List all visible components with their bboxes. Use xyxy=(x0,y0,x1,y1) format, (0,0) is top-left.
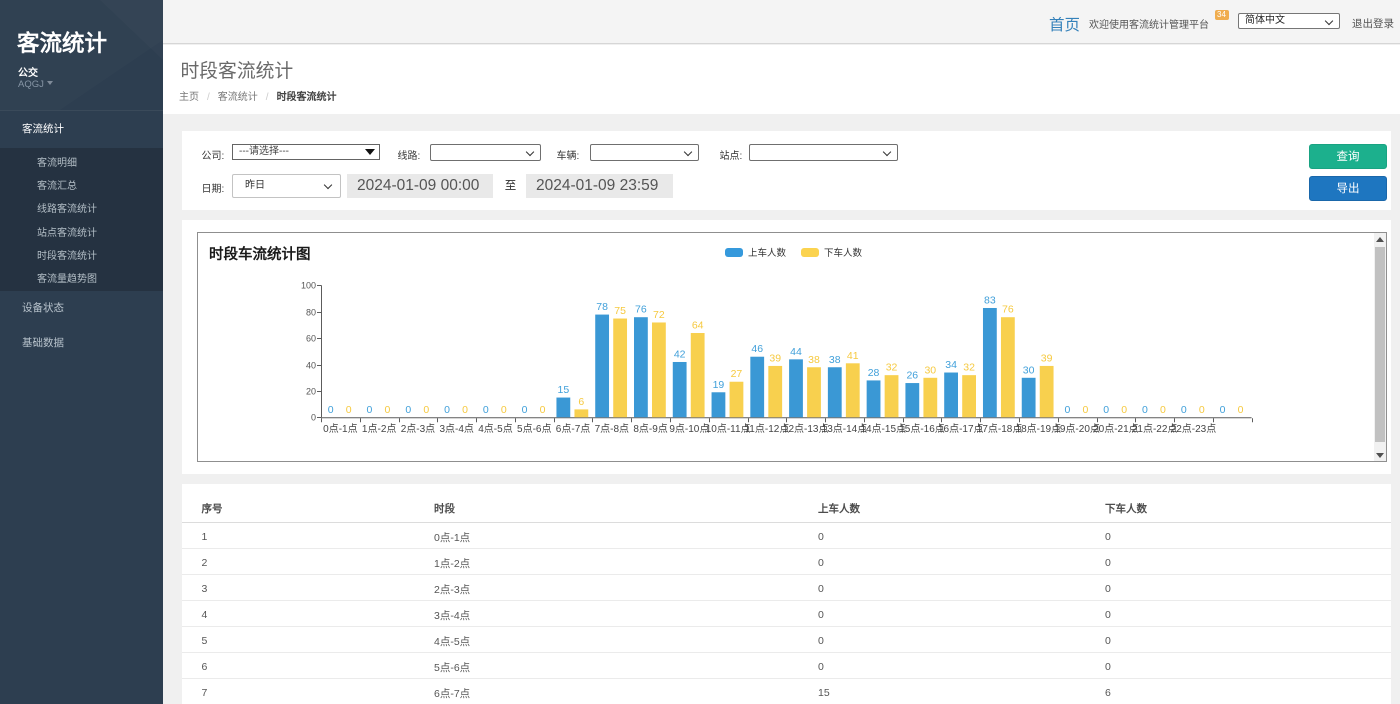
svg-text:40: 40 xyxy=(306,361,316,371)
svg-text:39: 39 xyxy=(1041,352,1053,364)
svg-text:0: 0 xyxy=(385,404,391,416)
svg-text:20: 20 xyxy=(306,387,316,397)
svg-text:26: 26 xyxy=(906,370,918,382)
svg-text:15: 15 xyxy=(558,384,570,396)
svg-text:64: 64 xyxy=(692,320,704,332)
svg-text:38: 38 xyxy=(829,354,841,366)
svg-text:76: 76 xyxy=(635,304,647,316)
svg-text:28: 28 xyxy=(868,367,880,379)
svg-text:19: 19 xyxy=(713,379,725,391)
svg-text:41: 41 xyxy=(847,350,859,362)
svg-text:0: 0 xyxy=(522,404,528,416)
svg-text:60: 60 xyxy=(306,334,316,344)
svg-text:0: 0 xyxy=(346,404,352,416)
svg-text:32: 32 xyxy=(963,362,975,374)
svg-text:46: 46 xyxy=(751,343,763,355)
svg-text:0: 0 xyxy=(405,404,411,416)
svg-text:80: 80 xyxy=(306,308,316,318)
svg-text:0: 0 xyxy=(483,404,489,416)
svg-text:0: 0 xyxy=(311,413,316,423)
svg-text:9点-10点: 9点-10点 xyxy=(669,423,709,435)
svg-text:22点-23点: 22点-23点 xyxy=(1171,423,1217,435)
svg-text:0: 0 xyxy=(1199,404,1205,416)
svg-text:42: 42 xyxy=(674,348,686,360)
svg-text:0: 0 xyxy=(1083,404,1089,416)
svg-text:72: 72 xyxy=(653,309,665,321)
svg-text:30: 30 xyxy=(924,364,936,376)
svg-text:0: 0 xyxy=(1142,404,1148,416)
svg-text:76: 76 xyxy=(1002,304,1014,316)
svg-text:1点-2点: 1点-2点 xyxy=(362,423,396,435)
svg-text:78: 78 xyxy=(596,301,608,313)
svg-text:7点-8点: 7点-8点 xyxy=(595,423,629,435)
svg-text:0: 0 xyxy=(1103,404,1109,416)
svg-text:5点-6点: 5点-6点 xyxy=(517,423,551,435)
svg-text:44: 44 xyxy=(790,346,802,358)
svg-text:0: 0 xyxy=(367,404,373,416)
svg-text:0: 0 xyxy=(328,404,334,416)
svg-text:0: 0 xyxy=(1121,404,1127,416)
svg-text:30: 30 xyxy=(1023,364,1035,376)
svg-text:4点-5点: 4点-5点 xyxy=(478,423,512,435)
svg-text:0: 0 xyxy=(423,404,429,416)
svg-text:6: 6 xyxy=(578,396,584,408)
svg-text:0: 0 xyxy=(1160,404,1166,416)
svg-text:0点-1点: 0点-1点 xyxy=(323,423,357,435)
svg-text:83: 83 xyxy=(984,294,996,306)
svg-text:100: 100 xyxy=(301,281,316,291)
svg-text:2点-3点: 2点-3点 xyxy=(401,423,435,435)
svg-text:3点-4点: 3点-4点 xyxy=(439,423,473,435)
svg-text:0: 0 xyxy=(501,404,507,416)
svg-text:39: 39 xyxy=(769,352,781,364)
svg-text:34: 34 xyxy=(945,359,957,371)
svg-text:0: 0 xyxy=(1238,404,1244,416)
svg-text:0: 0 xyxy=(462,404,468,416)
svg-text:0: 0 xyxy=(1220,404,1226,416)
svg-text:0: 0 xyxy=(540,404,546,416)
svg-text:27: 27 xyxy=(731,368,743,380)
svg-text:0: 0 xyxy=(444,404,450,416)
svg-text:0: 0 xyxy=(1181,404,1187,416)
svg-text:75: 75 xyxy=(614,305,626,317)
svg-text:0: 0 xyxy=(1065,404,1071,416)
svg-text:8点-9点: 8点-9点 xyxy=(633,423,667,435)
svg-text:38: 38 xyxy=(808,354,820,366)
svg-text:32: 32 xyxy=(886,362,898,374)
svg-text:6点-7点: 6点-7点 xyxy=(556,423,590,435)
